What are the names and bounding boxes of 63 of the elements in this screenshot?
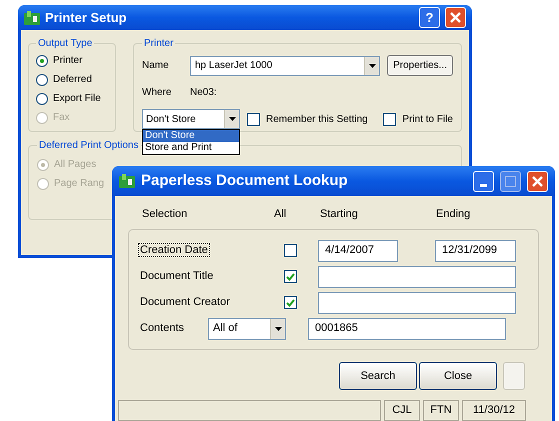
group-label: Deferred Print Options: [38, 139, 140, 153]
check-icon: [286, 298, 295, 306]
close-button[interactable]: Close: [419, 362, 497, 390]
text-field[interactable]: [318, 266, 516, 288]
radio-button[interactable]: [36, 92, 48, 104]
radio-button[interactable]: [36, 74, 48, 86]
status-panel: FTN: [423, 400, 459, 421]
maximize-icon: [505, 176, 516, 186]
contents-field[interactable]: 0001865: [308, 318, 506, 340]
radio-label: All Pages: [54, 158, 96, 172]
checkbox-label: Remember this Setting: [266, 112, 368, 126]
checkbox[interactable]: [247, 112, 260, 126]
radio-button[interactable]: [36, 54, 48, 66]
close-icon: [450, 12, 461, 23]
radio-label: Fax: [53, 111, 70, 125]
check-icon: [286, 272, 295, 280]
checkbox[interactable]: [383, 112, 396, 126]
selection-label: Creation Date: [138, 243, 210, 258]
search-button[interactable]: Search: [339, 362, 417, 390]
group-label: Printer: [143, 37, 174, 51]
window-title: Paperless Document Lookup: [141, 170, 348, 191]
minimize-icon: [480, 184, 487, 186]
selection-label: Contents: [139, 322, 186, 334]
checkbox-label: Print to File: [402, 112, 453, 126]
status-panel: CJL: [384, 400, 420, 421]
checkbox[interactable]: [284, 296, 297, 309]
checkbox[interactable]: [284, 244, 297, 257]
dropdown-option[interactable]: Don't Store: [143, 130, 239, 142]
radio-label: Export File: [53, 92, 101, 106]
status-panel: 11/30/12: [462, 400, 526, 421]
minimize-button[interactable]: [473, 170, 494, 192]
selection-label: Document Creator: [139, 296, 231, 308]
caret-icon: [368, 64, 376, 68]
column-header: Selection: [142, 206, 188, 222]
close-button[interactable]: [527, 170, 548, 192]
text-field[interactable]: [318, 292, 516, 314]
starting-field[interactable]: 4/14/2007: [318, 240, 398, 262]
help-button[interactable]: ?: [419, 7, 440, 28]
name-label: Name: [142, 59, 170, 73]
column-header: Ending: [436, 206, 470, 222]
where-label: Where: [142, 86, 172, 100]
selection-label: Document Title: [139, 270, 214, 282]
dropdown-option[interactable]: Store and Print: [143, 142, 239, 154]
where-value: Ne03:: [190, 86, 217, 100]
window-title: Printer Setup: [45, 8, 127, 27]
radio-label: Deferred: [53, 73, 92, 87]
group-label: Output Type: [37, 37, 94, 51]
column-header: All: [274, 206, 288, 222]
app-icon: [24, 10, 40, 24]
ending-field[interactable]: 12/31/2099: [435, 240, 516, 262]
close-icon: [532, 176, 543, 186]
radio-label: Page Rang: [54, 177, 104, 191]
properties-button[interactable]: Properties...: [387, 55, 453, 76]
app-icon: [119, 174, 135, 188]
caret-icon: [228, 117, 236, 121]
printer-name-combo[interactable]: hp LaserJet 1000: [190, 56, 380, 76]
contents-combo[interactable]: All of: [208, 318, 286, 340]
store-combo[interactable]: Don't Store: [142, 109, 240, 129]
close-button[interactable]: [445, 7, 466, 28]
caret-icon: [274, 326, 282, 330]
checkbox[interactable]: [284, 270, 297, 283]
radio-label: Printer: [53, 54, 82, 68]
column-header: Starting: [320, 206, 359, 222]
